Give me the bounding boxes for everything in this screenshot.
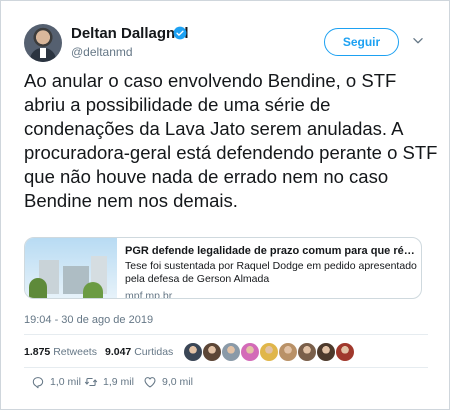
likes-count: 9.047 bbox=[104, 346, 132, 358]
tweet-timestamp[interactable]: 19:04 - 30 de ago de 2019 bbox=[24, 314, 153, 326]
avatar[interactable] bbox=[24, 24, 62, 62]
liker-avatar[interactable] bbox=[336, 343, 354, 361]
like-action[interactable]: 9,0 mil bbox=[143, 375, 193, 389]
verified-badge-icon bbox=[173, 26, 187, 40]
link-card[interactable]: PGR defende legalidade de prazo comum pa… bbox=[24, 237, 422, 299]
liker-avatar[interactable] bbox=[279, 343, 297, 361]
liker-avatar[interactable] bbox=[298, 343, 316, 361]
card-description: Tese foi sustentada por Raquel Dodge em … bbox=[125, 260, 417, 285]
follow-button[interactable]: Seguir bbox=[324, 28, 399, 56]
liker-avatar[interactable] bbox=[203, 343, 221, 361]
card-domain: mpf.mp.br bbox=[125, 290, 173, 299]
retweet-count: 1,9 mil bbox=[103, 376, 134, 388]
retweet-action[interactable]: 1,9 mil bbox=[84, 375, 134, 389]
card-image bbox=[25, 238, 117, 298]
author-name[interactable]: Deltan Dallagnol bbox=[71, 25, 189, 42]
like-icon bbox=[144, 377, 156, 388]
like-count: 9,0 mil bbox=[162, 376, 193, 388]
liker-avatar[interactable] bbox=[260, 343, 278, 361]
reply-action[interactable]: 1,0 mil bbox=[31, 375, 81, 389]
reply-count: 1,0 mil bbox=[50, 376, 81, 388]
liker-avatar[interactable] bbox=[184, 343, 202, 361]
liker-avatar[interactable] bbox=[222, 343, 240, 361]
retweets-label: Retweets bbox=[53, 346, 97, 358]
liker-avatars bbox=[184, 343, 355, 361]
author-handle[interactable]: @deltanmd bbox=[71, 45, 133, 59]
tweet-container: Deltan Dallagnol @deltanmd Seguir Ao anu… bbox=[0, 0, 450, 410]
likes-label: Curtidas bbox=[134, 346, 174, 358]
divider bbox=[24, 367, 428, 368]
likes-stat[interactable]: 9.047 Curtidas bbox=[105, 346, 173, 358]
engagement-stats: 1.875 Retweets 9.047 Curtidas bbox=[24, 346, 173, 358]
divider bbox=[24, 334, 428, 335]
retweet-icon bbox=[84, 377, 98, 387]
reply-icon bbox=[32, 377, 44, 389]
card-title: PGR defende legalidade de prazo comum pa… bbox=[125, 245, 417, 257]
liker-avatar[interactable] bbox=[241, 343, 259, 361]
tweet-text: Ao anular o caso envolvendo Bendine, o S… bbox=[24, 70, 438, 211]
chevron-down-icon[interactable] bbox=[411, 34, 425, 48]
liker-avatar[interactable] bbox=[317, 343, 335, 361]
retweets-stat[interactable]: 1.875 Retweets bbox=[24, 346, 97, 358]
retweets-count: 1.875 bbox=[24, 346, 51, 358]
